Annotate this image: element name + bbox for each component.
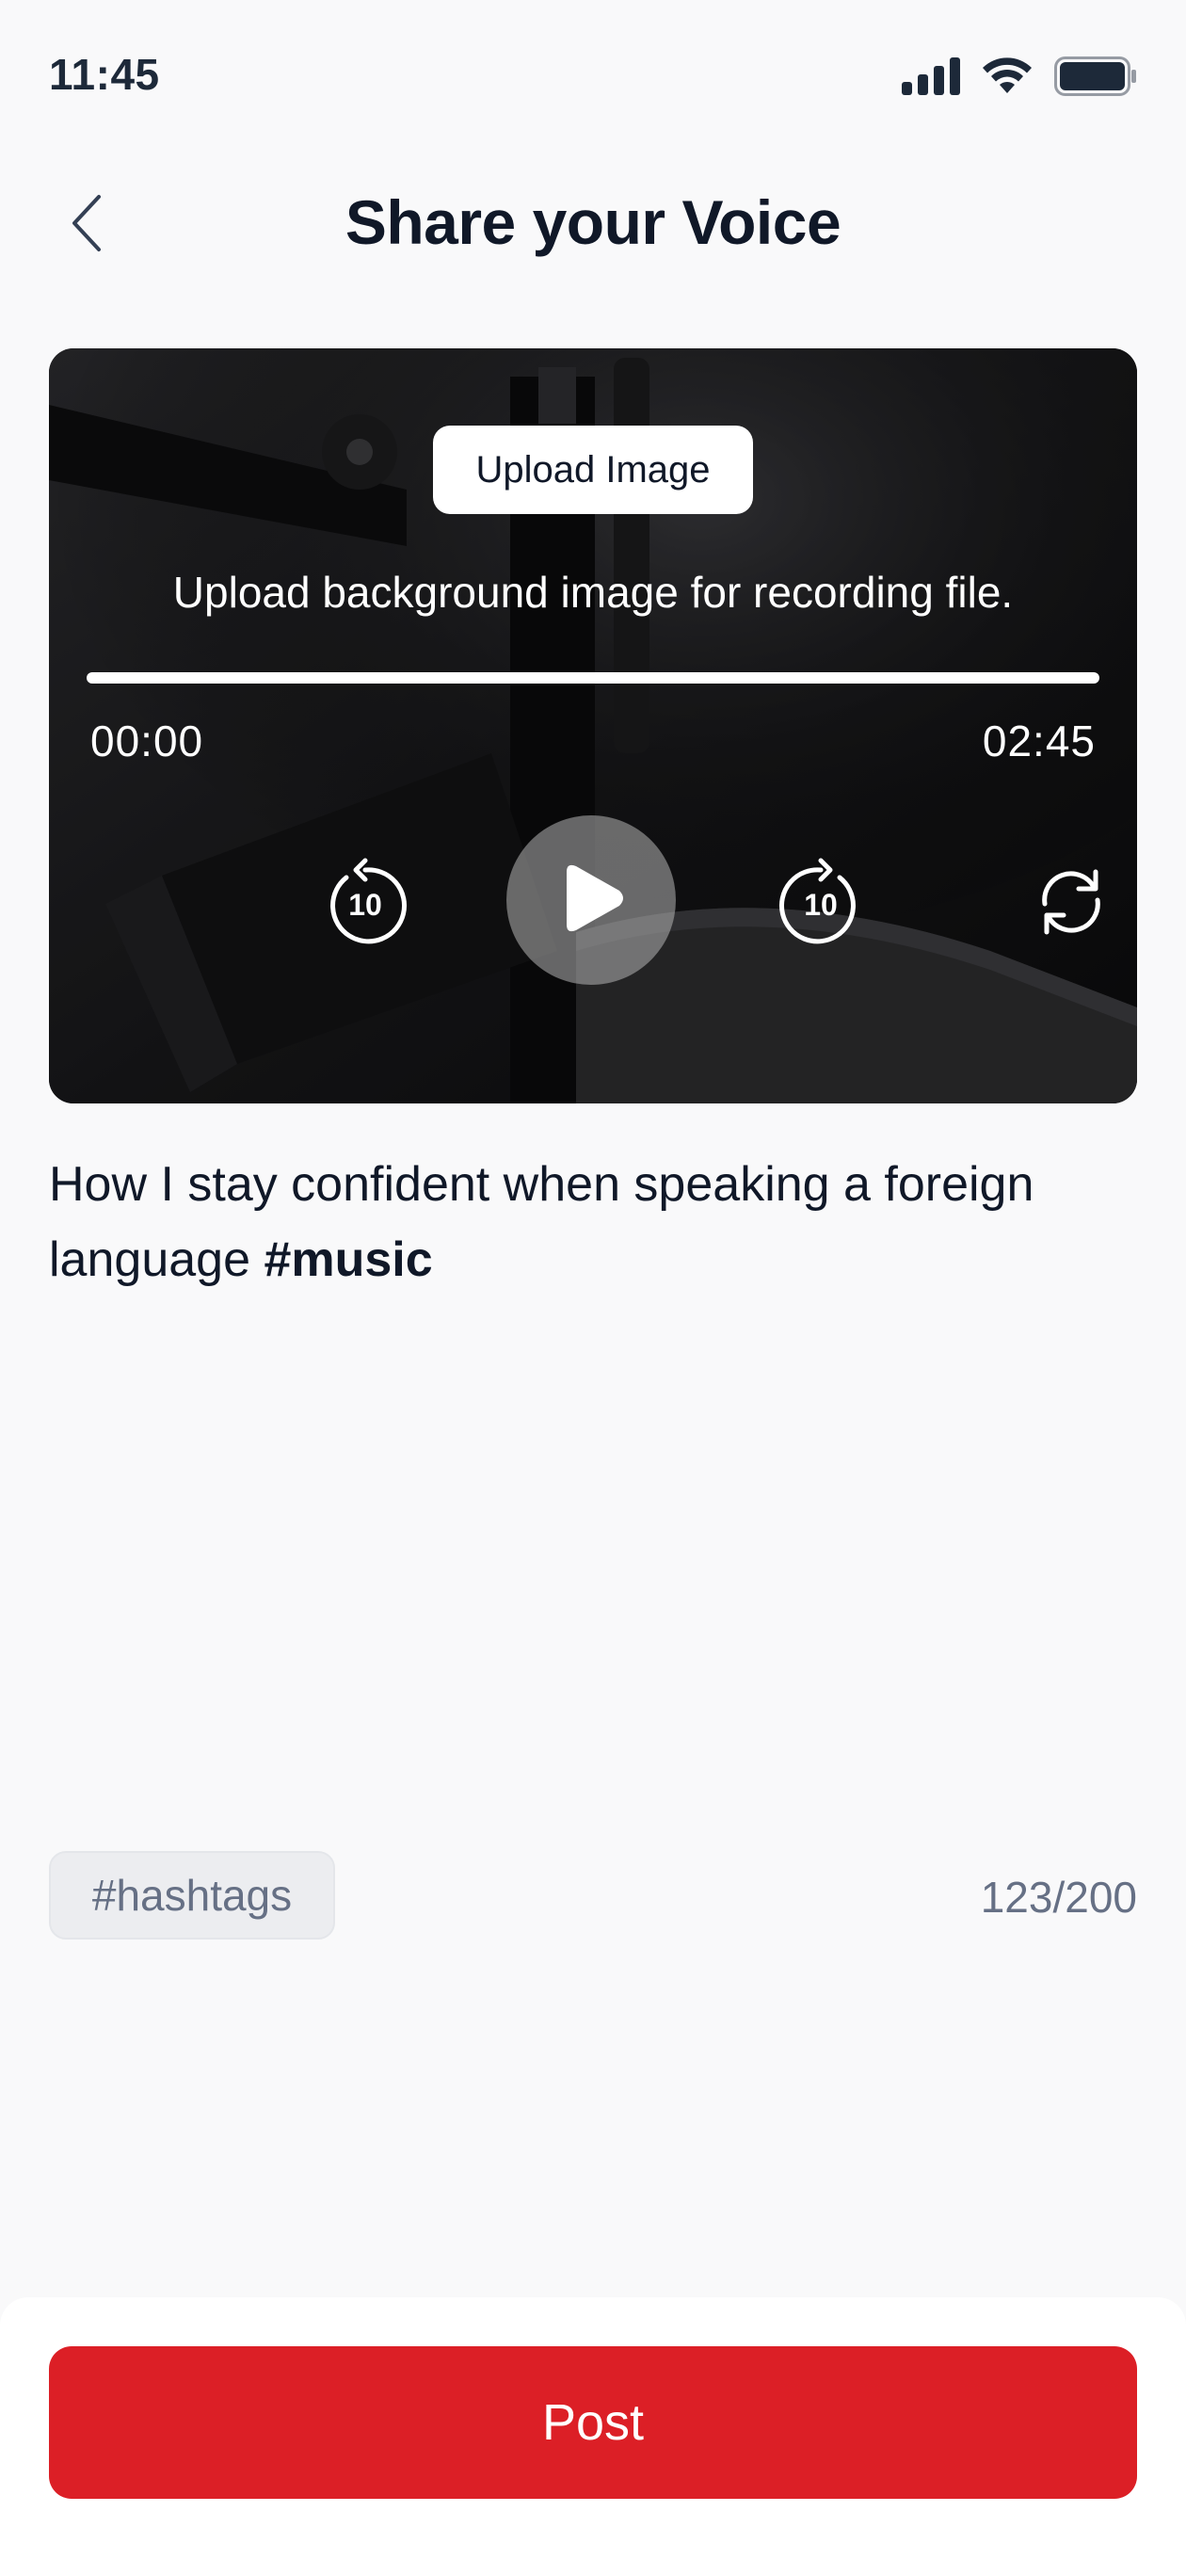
progress-bar[interactable]: [87, 672, 1099, 684]
caption-body: How I stay confident when speaking a for…: [49, 1157, 1034, 1287]
caption-text[interactable]: How I stay confident when speaking a for…: [49, 1147, 1141, 1297]
audio-player-card: Upload Image Upload background image for…: [49, 348, 1137, 1103]
play-icon: [553, 861, 629, 941]
rewind-10-button[interactable]: 10: [318, 857, 412, 951]
status-bar: 11:45: [0, 0, 1186, 141]
page-title: Share your Voice: [345, 187, 841, 257]
hashtags-button[interactable]: #hashtags: [49, 1851, 335, 1940]
bottom-action-bar: Post: [0, 2297, 1186, 2576]
signal-icon: [902, 57, 960, 100]
forward-10-button[interactable]: 10: [774, 857, 868, 951]
upload-hint-text: Upload background image for recording fi…: [172, 568, 1014, 617]
total-time: 02:45: [982, 716, 1096, 765]
upload-image-button[interactable]: Upload Image: [433, 426, 753, 514]
character-counter: 123/200: [980, 1873, 1137, 1922]
repeat-button[interactable]: [1024, 857, 1118, 951]
rewind-10-label: 10: [348, 888, 382, 922]
wifi-icon: [981, 57, 1034, 100]
forward-10-icon: 10: [776, 857, 866, 952]
battery-icon: [1054, 56, 1137, 101]
status-icons: [902, 56, 1137, 101]
share-voice-screen: 11:45 Share your Voice Upload Image Uplo…: [0, 0, 1186, 2576]
status-time: 11:45: [49, 50, 160, 99]
post-button[interactable]: Post: [49, 2346, 1137, 2499]
current-time: 00:00: [90, 716, 204, 765]
rewind-10-icon: 10: [320, 857, 410, 952]
repeat-icon: [1032, 862, 1111, 946]
play-button[interactable]: [506, 815, 676, 985]
caption-hashtag: #music: [264, 1232, 433, 1287]
forward-10-label: 10: [804, 888, 838, 922]
